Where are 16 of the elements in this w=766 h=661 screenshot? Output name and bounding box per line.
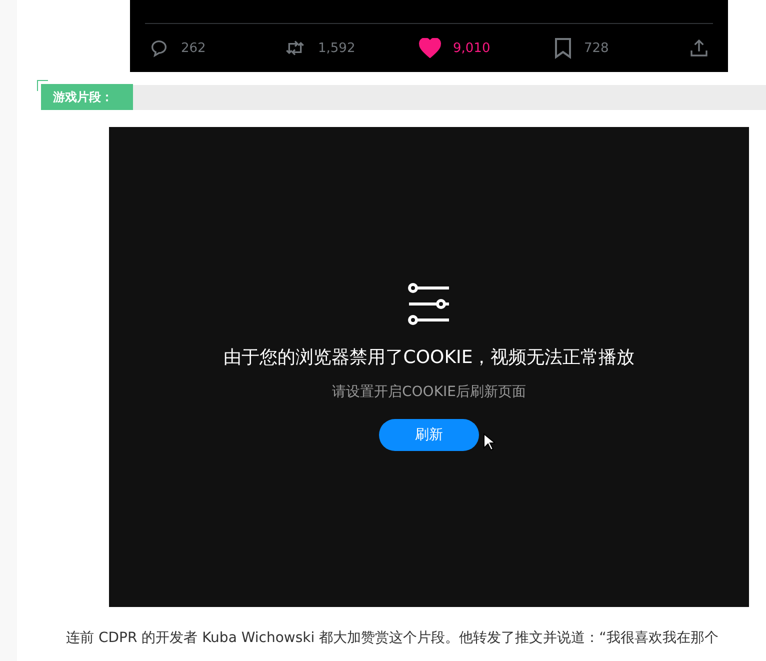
retweet-button[interactable]: 1,592	[280, 38, 415, 58]
comment-icon	[149, 38, 169, 58]
bookmark-button[interactable]: 728	[550, 37, 685, 59]
share-icon	[689, 38, 709, 58]
cursor-icon	[483, 433, 495, 451]
reply-button[interactable]: 262	[145, 38, 280, 58]
like-button[interactable]: 9,010	[415, 38, 550, 58]
error-hint: 请设置开启COOKIE后刷新页面	[332, 383, 526, 401]
retweet-icon	[284, 38, 306, 58]
article-paragraph: 连前 CDPR 的开发者 Kuba Wichowski 都大加赞赏这个片段。他转发了推文并说道：“我很喜欢我在那个	[66, 629, 720, 647]
refresh-button[interactable]: 刷新	[379, 419, 479, 451]
error-title: 由于您的浏览器禁用了COOKIE，视频无法正常播放	[223, 346, 635, 369]
section-label: 游戏片段：	[41, 84, 133, 110]
settings-icon	[408, 283, 450, 325]
heart-icon	[419, 38, 441, 58]
bookmark-icon	[554, 37, 572, 59]
